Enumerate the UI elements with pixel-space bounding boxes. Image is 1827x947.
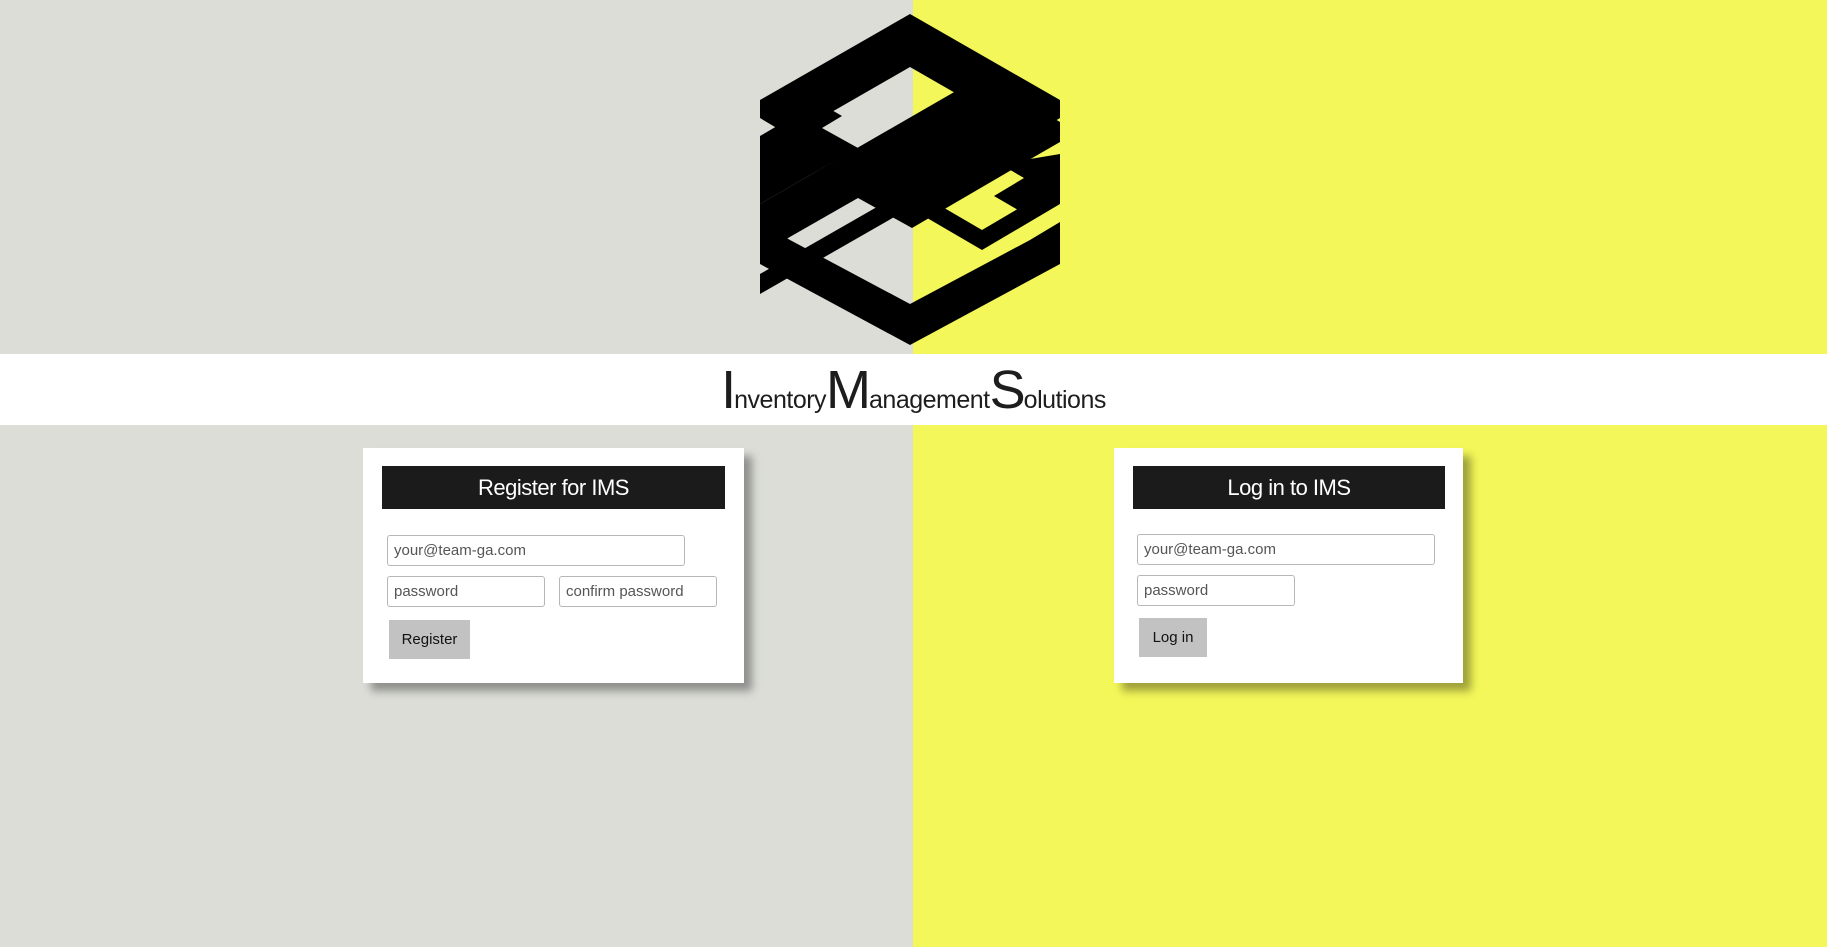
login-button[interactable]: Log in [1139,618,1207,657]
register-title: Register for IMS [382,466,725,509]
login-email-input[interactable] [1137,534,1435,565]
brand-word-nventory: nventory [734,385,827,414]
brand-initial-m: M [826,359,871,420]
brand-title: I nventory M anagement S olutions [721,363,1106,417]
register-confirm-password-input[interactable] [559,576,717,607]
login-title: Log in to IMS [1133,466,1445,509]
brand-bar: I nventory M anagement S olutions [0,354,1827,425]
login-password-input[interactable] [1137,575,1295,606]
brand-initial-i: I [721,359,736,420]
register-password-input[interactable] [387,576,545,607]
register-button[interactable]: Register [389,620,470,659]
register-email-input[interactable] [387,535,685,566]
ims-logo-icon [760,14,1060,345]
login-card: Log in to IMS Log in [1114,448,1463,683]
brand-initial-s: S [989,359,1026,420]
brand-word-anagement: anagement [869,385,990,414]
brand-word-olutions: olutions [1023,385,1107,414]
register-card: Register for IMS Register [363,448,744,683]
